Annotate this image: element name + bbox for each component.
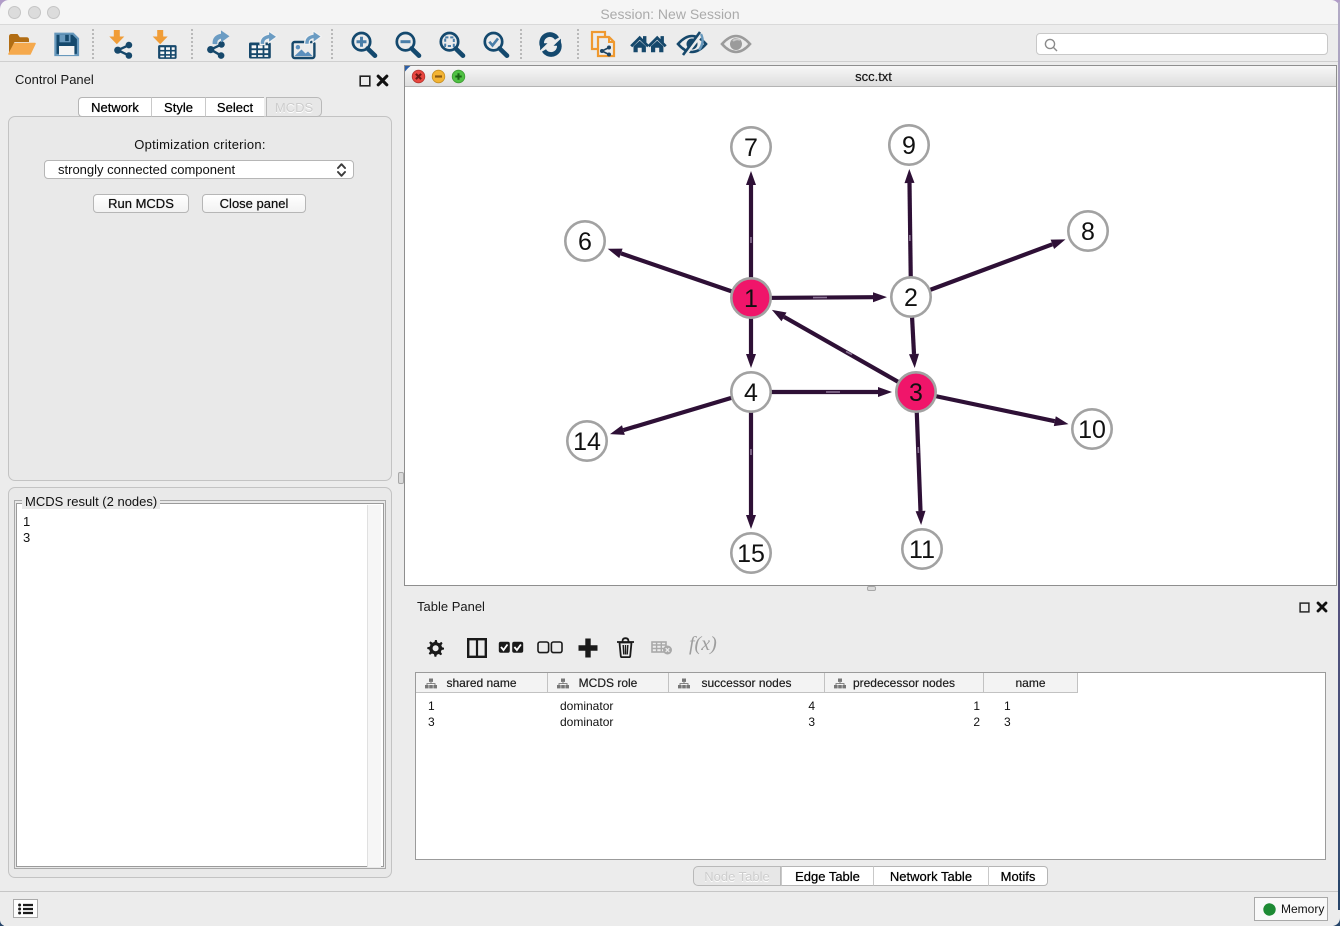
svg-text:11: 11 [909, 536, 935, 564]
svg-text:6: 6 [578, 228, 592, 256]
svg-text:4: 4 [744, 379, 758, 407]
svg-text:8: 8 [1081, 218, 1095, 246]
svg-text:7: 7 [744, 134, 758, 162]
svg-text:3: 3 [909, 379, 923, 407]
svg-text:1: 1 [744, 285, 758, 313]
svg-text:2: 2 [904, 284, 918, 312]
svg-text:15: 15 [737, 540, 765, 568]
svg-text:10: 10 [1078, 416, 1106, 444]
svg-text:9: 9 [902, 132, 916, 160]
svg-text:14: 14 [573, 428, 601, 456]
